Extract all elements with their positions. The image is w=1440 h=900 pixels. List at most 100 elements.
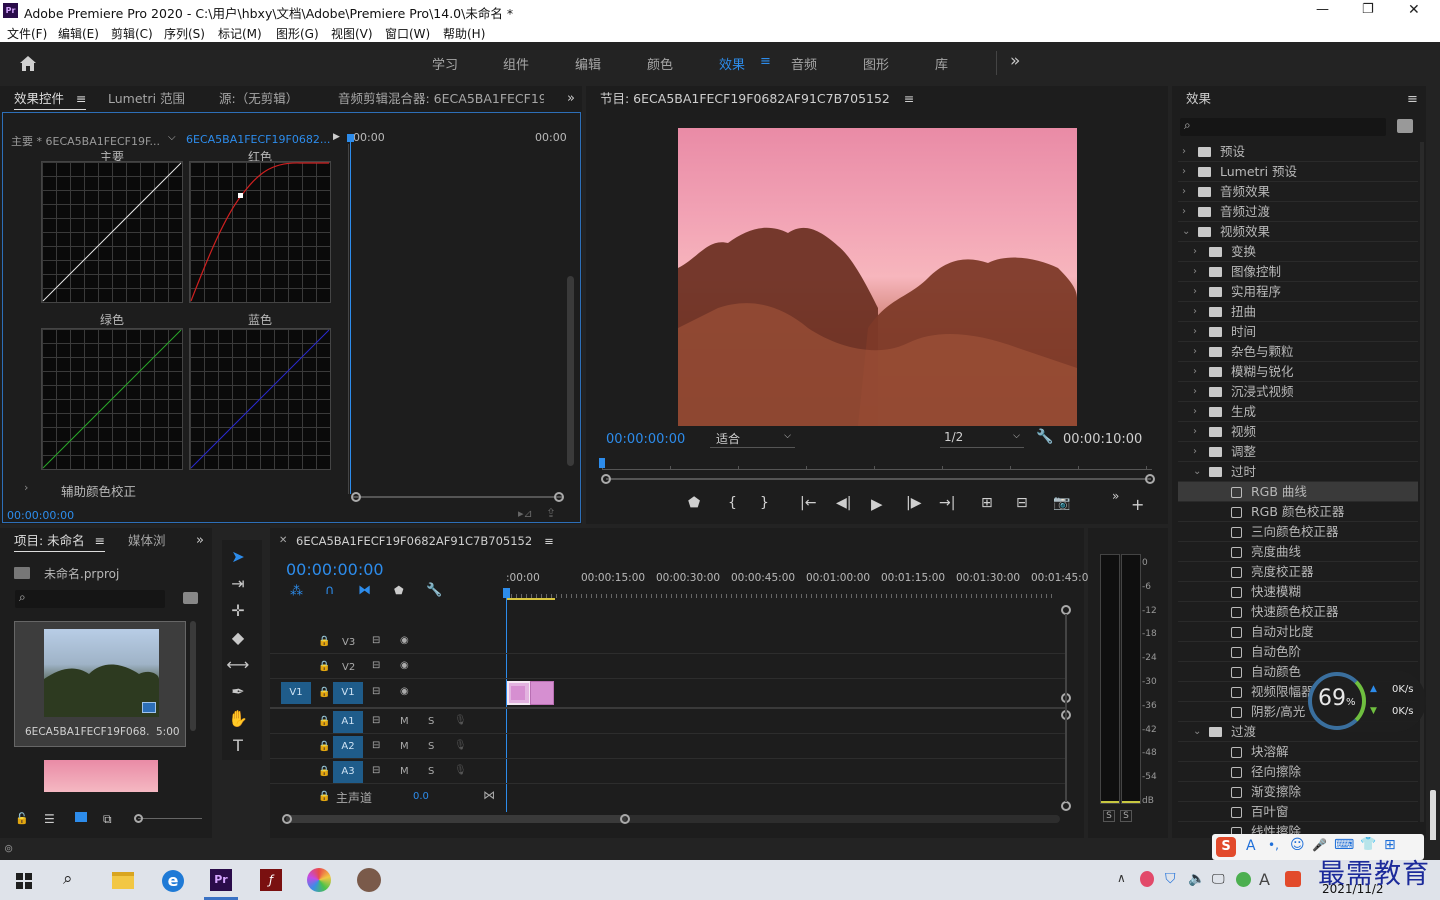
close-button[interactable]: ✕ xyxy=(1408,2,1420,18)
ime-emoji-icon[interactable]: ☺ xyxy=(1290,837,1305,853)
lock-icon[interactable]: 🔒 xyxy=(318,687,330,698)
network-speed-widget[interactable]: 69% ▲ 0K/s ▼ 0K/s xyxy=(1308,670,1426,732)
linked-select-icon[interactable]: ⧓ xyxy=(358,583,371,598)
master-clip-label[interactable]: 主要 * 6ECA5BA1FECF19F... xyxy=(11,133,161,149)
workspace-effects-menu-icon[interactable]: ≡ xyxy=(760,54,771,69)
mute-button[interactable]: M xyxy=(400,766,409,777)
timeline-tab[interactable]: 6ECA5BA1FECF19F0682AF91C7B705152 ≡ xyxy=(296,534,554,548)
microphone-icon[interactable]: 🎙 xyxy=(454,765,467,776)
chevron-down-icon[interactable]: ⌵ xyxy=(168,132,176,143)
track-v2[interactable]: 🔒 V2 ⊟ ◉ xyxy=(270,655,1065,679)
eye-icon[interactable]: ◉ xyxy=(400,635,409,646)
workspace-learn[interactable]: 学习 xyxy=(432,54,458,73)
search-icon[interactable]: ⌕ xyxy=(63,869,73,889)
track-v1[interactable]: V1 🔒 V1 ⊟ ◉ xyxy=(270,680,1065,705)
sogou-tray-icon[interactable] xyxy=(1285,871,1301,887)
effects-panel-title[interactable]: 效果 xyxy=(1186,86,1211,112)
solo-left-button[interactable]: S xyxy=(1103,810,1115,822)
effects-tree-item[interactable]: › 视频 xyxy=(1178,422,1418,442)
sync-lock-icon[interactable]: ⊟ xyxy=(372,660,380,671)
edge-icon[interactable]: e xyxy=(162,870,184,892)
timeline-ruler[interactable]: :00:00 00:00:15:00 00:00:30:00 00:00:45:00 0… xyxy=(506,568,1095,600)
pen-tool-icon[interactable]: ✒ xyxy=(222,679,254,705)
add-marker-icon[interactable]: ⬟ xyxy=(688,495,700,511)
workspace-editing[interactable]: 编辑 xyxy=(575,54,601,73)
play-icon[interactable]: ▶ xyxy=(871,495,883,513)
project-search-input[interactable]: ⌕ xyxy=(15,590,165,608)
program-zoom-bar[interactable] xyxy=(606,478,1151,480)
selection-tool-icon[interactable]: ➤ xyxy=(222,544,254,570)
chevron-right-icon[interactable]: › xyxy=(1193,382,1197,402)
curve-red[interactable] xyxy=(189,161,331,303)
filter-icon[interactable]: ▸⊿ xyxy=(518,507,533,520)
resolution-dropdown[interactable]: 1/2 ⌵ xyxy=(940,430,1024,448)
tray-app-icon-2[interactable] xyxy=(1236,872,1251,887)
ime-punctuation-icon[interactable]: •, xyxy=(1268,838,1279,852)
tab-source[interactable]: 源:（无剪辑） xyxy=(219,86,298,112)
program-zoom-handle-right[interactable] xyxy=(1145,474,1155,484)
file-explorer-icon[interactable] xyxy=(112,872,134,889)
workspace-audio[interactable]: 音频 xyxy=(791,54,817,73)
eye-icon[interactable]: ◉ xyxy=(400,686,409,697)
effects-tree-item[interactable]: 快速颜色校正器 xyxy=(1178,602,1418,622)
workspace-effects[interactable]: 效果 xyxy=(719,54,745,73)
chevron-right-icon[interactable]: › xyxy=(1193,262,1197,282)
home-icon[interactable] xyxy=(18,54,38,72)
button-editor-more-icon[interactable]: » xyxy=(1112,489,1119,503)
effects-tree-item[interactable]: › 生成 xyxy=(1178,402,1418,422)
track-a3[interactable]: 🔒 A3 ⊟ M S 🎙 xyxy=(270,760,1065,784)
effects-tree-item[interactable]: 百叶窗 xyxy=(1178,802,1418,822)
hscroll-handle-right[interactable] xyxy=(620,814,630,824)
solo-button[interactable]: S xyxy=(428,716,434,727)
menu-edit[interactable]: 编辑(E) xyxy=(58,25,99,42)
wrench-icon[interactable]: 🔧 xyxy=(1036,429,1053,445)
ime-toolbox-icon[interactable]: ⊞ xyxy=(1384,837,1396,853)
step-forward-icon[interactable]: |▶ xyxy=(906,495,921,511)
nest-icon[interactable]: ⁂ xyxy=(290,584,303,599)
status-icon[interactable]: ⊚ xyxy=(4,842,13,855)
mute-button[interactable]: M xyxy=(400,741,409,752)
go-to-edit-icon[interactable]: ⋈ xyxy=(483,788,495,802)
master-volume-value[interactable]: 0.0 xyxy=(413,791,429,802)
timeline-hscroll-thumb[interactable] xyxy=(286,815,626,823)
microphone-icon[interactable]: 🎙 xyxy=(454,740,467,751)
section-chevron-icon[interactable]: › xyxy=(24,481,28,494)
effects-tree-item[interactable]: 块溶解 xyxy=(1178,742,1418,762)
sync-lock-icon[interactable]: ⊟ xyxy=(372,740,380,751)
go-to-in-icon[interactable]: |← xyxy=(800,495,816,511)
ime-keyboard-icon[interactable]: ⌨ xyxy=(1334,837,1354,853)
sync-lock-icon[interactable]: ⊟ xyxy=(372,635,380,646)
ime-english-icon[interactable]: A xyxy=(1246,838,1256,854)
panel-menu-icon[interactable]: ≡ xyxy=(1407,92,1418,107)
type-tool-icon[interactable]: T xyxy=(222,733,254,759)
track-select-tool-icon[interactable]: ⇥ xyxy=(222,571,254,597)
effects-tree-item[interactable]: › 音频过渡 xyxy=(1178,202,1418,222)
ec-zoom-handle-right[interactable] xyxy=(554,492,564,502)
timeline-timecode[interactable]: 00:00:00:00 xyxy=(286,560,384,579)
effects-tree-item[interactable]: 快速模糊 xyxy=(1178,582,1418,602)
video-clip-2[interactable] xyxy=(530,681,554,705)
effects-tree-item[interactable]: 径向擦除 xyxy=(1178,762,1418,782)
new-bin-icon[interactable] xyxy=(1397,119,1413,133)
effects-tree-item[interactable]: › 变换 xyxy=(1178,242,1418,262)
clip-thumbnail-2[interactable] xyxy=(44,760,158,792)
lock-icon[interactable]: 🔒 xyxy=(318,636,330,647)
chevron-right-icon[interactable]: › xyxy=(1182,202,1186,222)
network-icon[interactable]: 🖵 xyxy=(1212,872,1225,887)
ime-voice-icon[interactable]: 🎤 xyxy=(1312,838,1327,852)
ime-mode-icon[interactable]: A xyxy=(1259,870,1270,889)
colorful-app-icon[interactable] xyxy=(307,868,331,892)
ime-skin-icon[interactable]: 👕 xyxy=(1360,837,1376,852)
find-icon[interactable] xyxy=(183,592,198,604)
effects-tree-item[interactable]: › 沉浸式视频 xyxy=(1178,382,1418,402)
right-edge-scroll-thumb[interactable] xyxy=(1430,790,1436,844)
minimize-button[interactable]: — xyxy=(1316,2,1329,17)
ec-zoom-handle-left[interactable] xyxy=(351,492,361,502)
tab-audio-clip-mixer[interactable]: 音频剪辑混合器: 6ECA5BA1FECF19F0 xyxy=(338,86,544,112)
track-target-a3[interactable]: A3 xyxy=(333,761,363,783)
lock-icon[interactable]: 🔒 xyxy=(318,741,330,752)
program-timecode[interactable]: 00:00:00:00 xyxy=(606,432,685,447)
mute-button[interactable]: M xyxy=(400,716,409,727)
menu-view[interactable]: 视图(V) xyxy=(331,25,373,42)
menu-file[interactable]: 文件(F) xyxy=(7,25,47,42)
